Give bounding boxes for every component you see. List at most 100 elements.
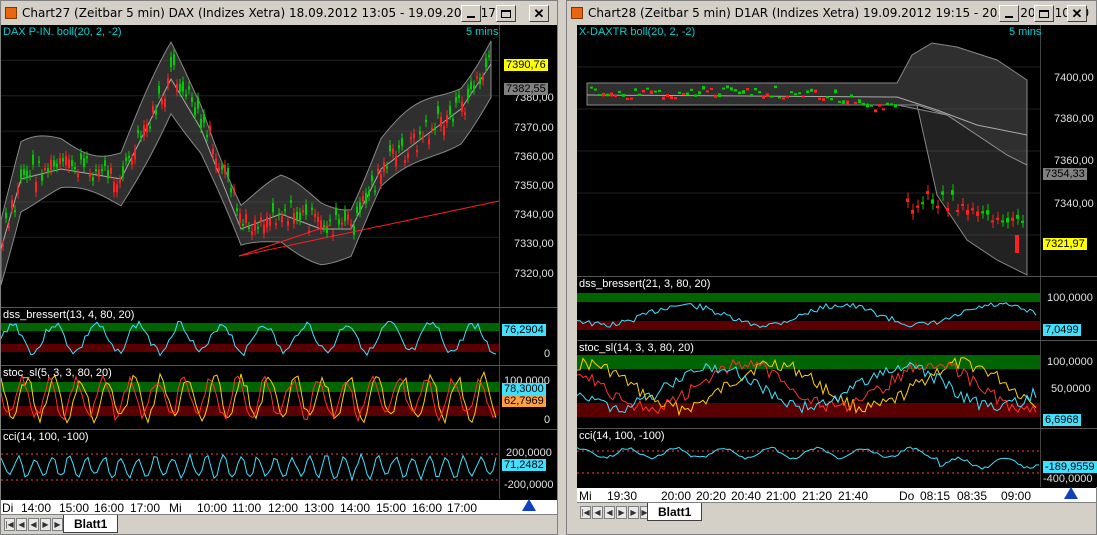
time-tick: 21:20 bbox=[802, 489, 833, 502]
candle-body bbox=[365, 193, 367, 204]
candle-body bbox=[866, 103, 869, 108]
candle-body bbox=[473, 85, 475, 90]
minimize-button[interactable] bbox=[461, 5, 481, 22]
restore-button[interactable] bbox=[496, 5, 516, 22]
chart-window-dax[interactable]: Chart27 (Zeitbar 5 min) DAX (Indizes Xet… bbox=[0, 0, 558, 535]
next-sheet-button[interactable]: ▶ bbox=[628, 506, 639, 519]
price-pane[interactable]: X-DAXTR boll(20, 2, -2) 5 mins 7400,00 7… bbox=[577, 25, 1097, 277]
candle-body bbox=[966, 209, 969, 215]
close-button[interactable]: ✕ bbox=[529, 5, 549, 22]
price-pane[interactable]: DAX P-IN. boll(20, 2, -2) 5 mins 7380,00… bbox=[1, 25, 557, 308]
price-tick: 7330,00 bbox=[514, 238, 554, 250]
prev-sheet-button[interactable]: ◀ bbox=[16, 518, 27, 531]
sheet-nav-button[interactable]: ◀ bbox=[28, 518, 39, 531]
candle-body bbox=[230, 188, 232, 193]
candle-body bbox=[305, 204, 307, 215]
candle-body bbox=[311, 207, 313, 211]
candle-body bbox=[404, 160, 406, 163]
candle-body bbox=[846, 100, 849, 105]
candle-body bbox=[239, 213, 241, 223]
first-sheet-button[interactable]: |◀ bbox=[580, 506, 591, 519]
candle-body bbox=[991, 220, 994, 223]
candle-body bbox=[470, 81, 472, 90]
time-tick: 19:30 bbox=[607, 489, 638, 502]
sell-marker-icon[interactable] bbox=[1063, 486, 1079, 500]
time-tick: 17:00 bbox=[447, 501, 478, 514]
cci-bottom-tick: -200,0000 bbox=[504, 479, 554, 491]
candle-body bbox=[598, 94, 601, 97]
sheet-tab-blatt1[interactable]: Blatt1 bbox=[63, 515, 119, 533]
close-button[interactable]: ✕ bbox=[1067, 5, 1087, 22]
candle-body bbox=[155, 109, 157, 115]
stoc-pane[interactable]: stoc_sl(5, 3, 3, 80, 20) 100,0000 78,300… bbox=[1, 366, 557, 430]
candle-body bbox=[296, 211, 298, 220]
candle-body bbox=[878, 104, 881, 107]
window-title-bar[interactable]: Chart27 (Zeitbar 5 min) DAX (Indizes Xet… bbox=[1, 1, 557, 25]
chart-app-icon bbox=[5, 7, 17, 19]
candle-body bbox=[203, 114, 205, 123]
candle-body bbox=[14, 210, 16, 213]
sell-marker-icon[interactable] bbox=[521, 498, 537, 512]
candle-body bbox=[850, 94, 853, 98]
candle-body bbox=[440, 117, 442, 127]
price-indicator-label: X-DAXTR boll(20, 2, -2) bbox=[579, 26, 696, 38]
candle-body bbox=[302, 210, 304, 213]
candle-body bbox=[392, 148, 394, 154]
sheet-tab-blatt1[interactable]: Blatt1 bbox=[647, 503, 703, 521]
candle-body bbox=[287, 221, 289, 226]
chart-window-daxtr[interactable]: Chart28 (Zeitbar 5 min) D1AR (Indizes Xe… bbox=[566, 0, 1097, 535]
sheet-nav-button[interactable]: ▶ bbox=[40, 518, 51, 531]
chart-canvas[interactable]: X-DAXTR boll(20, 2, -2) 5 mins 7400,00 7… bbox=[577, 25, 1097, 487]
cci-pane[interactable]: cci(14, 100, -100) 200,0000 71,2482 -200… bbox=[1, 430, 557, 499]
time-axis: Mi 19:30 20:00 20:20 20:40 21:00 21:20 2… bbox=[577, 487, 1096, 502]
candle-body bbox=[754, 87, 757, 91]
next-sheet-button[interactable]: ▶ bbox=[52, 518, 63, 531]
dss-pane[interactable]: dss_bressert(21, 3, 80, 20) 100,0000 7,0… bbox=[577, 277, 1097, 341]
cci-line bbox=[577, 446, 1040, 470]
candle-body bbox=[434, 127, 436, 131]
window-title-bar[interactable]: Chart28 (Zeitbar 5 min) D1AR (Indizes Xe… bbox=[567, 1, 1096, 25]
candle-body bbox=[122, 165, 124, 177]
candle-body bbox=[284, 208, 286, 211]
prev-sheet-button[interactable]: ◀ bbox=[592, 506, 603, 519]
first-sheet-button[interactable]: |◀ bbox=[4, 518, 15, 531]
candle-body bbox=[746, 88, 749, 91]
candle-body bbox=[802, 95, 805, 98]
sheet-nav-button[interactable]: ◀ bbox=[604, 506, 615, 519]
candle-body bbox=[329, 219, 331, 222]
candle-body bbox=[658, 89, 661, 93]
minimize-button[interactable] bbox=[999, 5, 1019, 22]
candle-body bbox=[269, 218, 271, 227]
candle-body bbox=[338, 219, 340, 225]
candle-body bbox=[931, 199, 934, 204]
candle-body bbox=[794, 93, 797, 96]
candle-body bbox=[44, 168, 46, 171]
time-tick: Mi bbox=[169, 501, 182, 514]
time-tick: 21:40 bbox=[838, 489, 869, 502]
stoc-pane[interactable]: stoc_sl(14, 3, 3, 80, 20) 100,0000 50,00… bbox=[577, 341, 1097, 429]
band-value-badge: 7382,55 bbox=[504, 83, 548, 95]
time-tick: 15:00 bbox=[376, 501, 407, 514]
candle-body bbox=[916, 205, 919, 208]
candle-body bbox=[911, 209, 914, 214]
chart-canvas[interactable]: DAX P-IN. boll(20, 2, -2) 5 mins 7380,00… bbox=[1, 25, 557, 499]
candle-body bbox=[107, 170, 109, 179]
restore-button[interactable] bbox=[1034, 5, 1054, 22]
candle-body bbox=[678, 91, 681, 94]
candle-body bbox=[479, 77, 481, 85]
cci-pane[interactable]: cci(14, 100, -100) -189,9559 -400,0000 bbox=[577, 429, 1097, 487]
dss-pane[interactable]: dss_bressert(13, 4, 80, 20) 76,2904 0 bbox=[1, 308, 557, 366]
dss-axis: 100,0000 7,0499 bbox=[1040, 277, 1097, 340]
candle-body bbox=[242, 223, 244, 226]
candle-body bbox=[254, 220, 256, 231]
candle-body bbox=[23, 169, 25, 175]
candle-body bbox=[981, 211, 984, 214]
candle-body bbox=[356, 206, 358, 213]
candle-body bbox=[419, 131, 421, 135]
candle-body bbox=[956, 210, 959, 213]
candle-body bbox=[353, 225, 355, 235]
candle-body bbox=[437, 105, 439, 114]
sheet-nav-button[interactable]: ▶ bbox=[616, 506, 627, 519]
candle-body bbox=[650, 90, 653, 94]
candle-body bbox=[170, 56, 172, 68]
